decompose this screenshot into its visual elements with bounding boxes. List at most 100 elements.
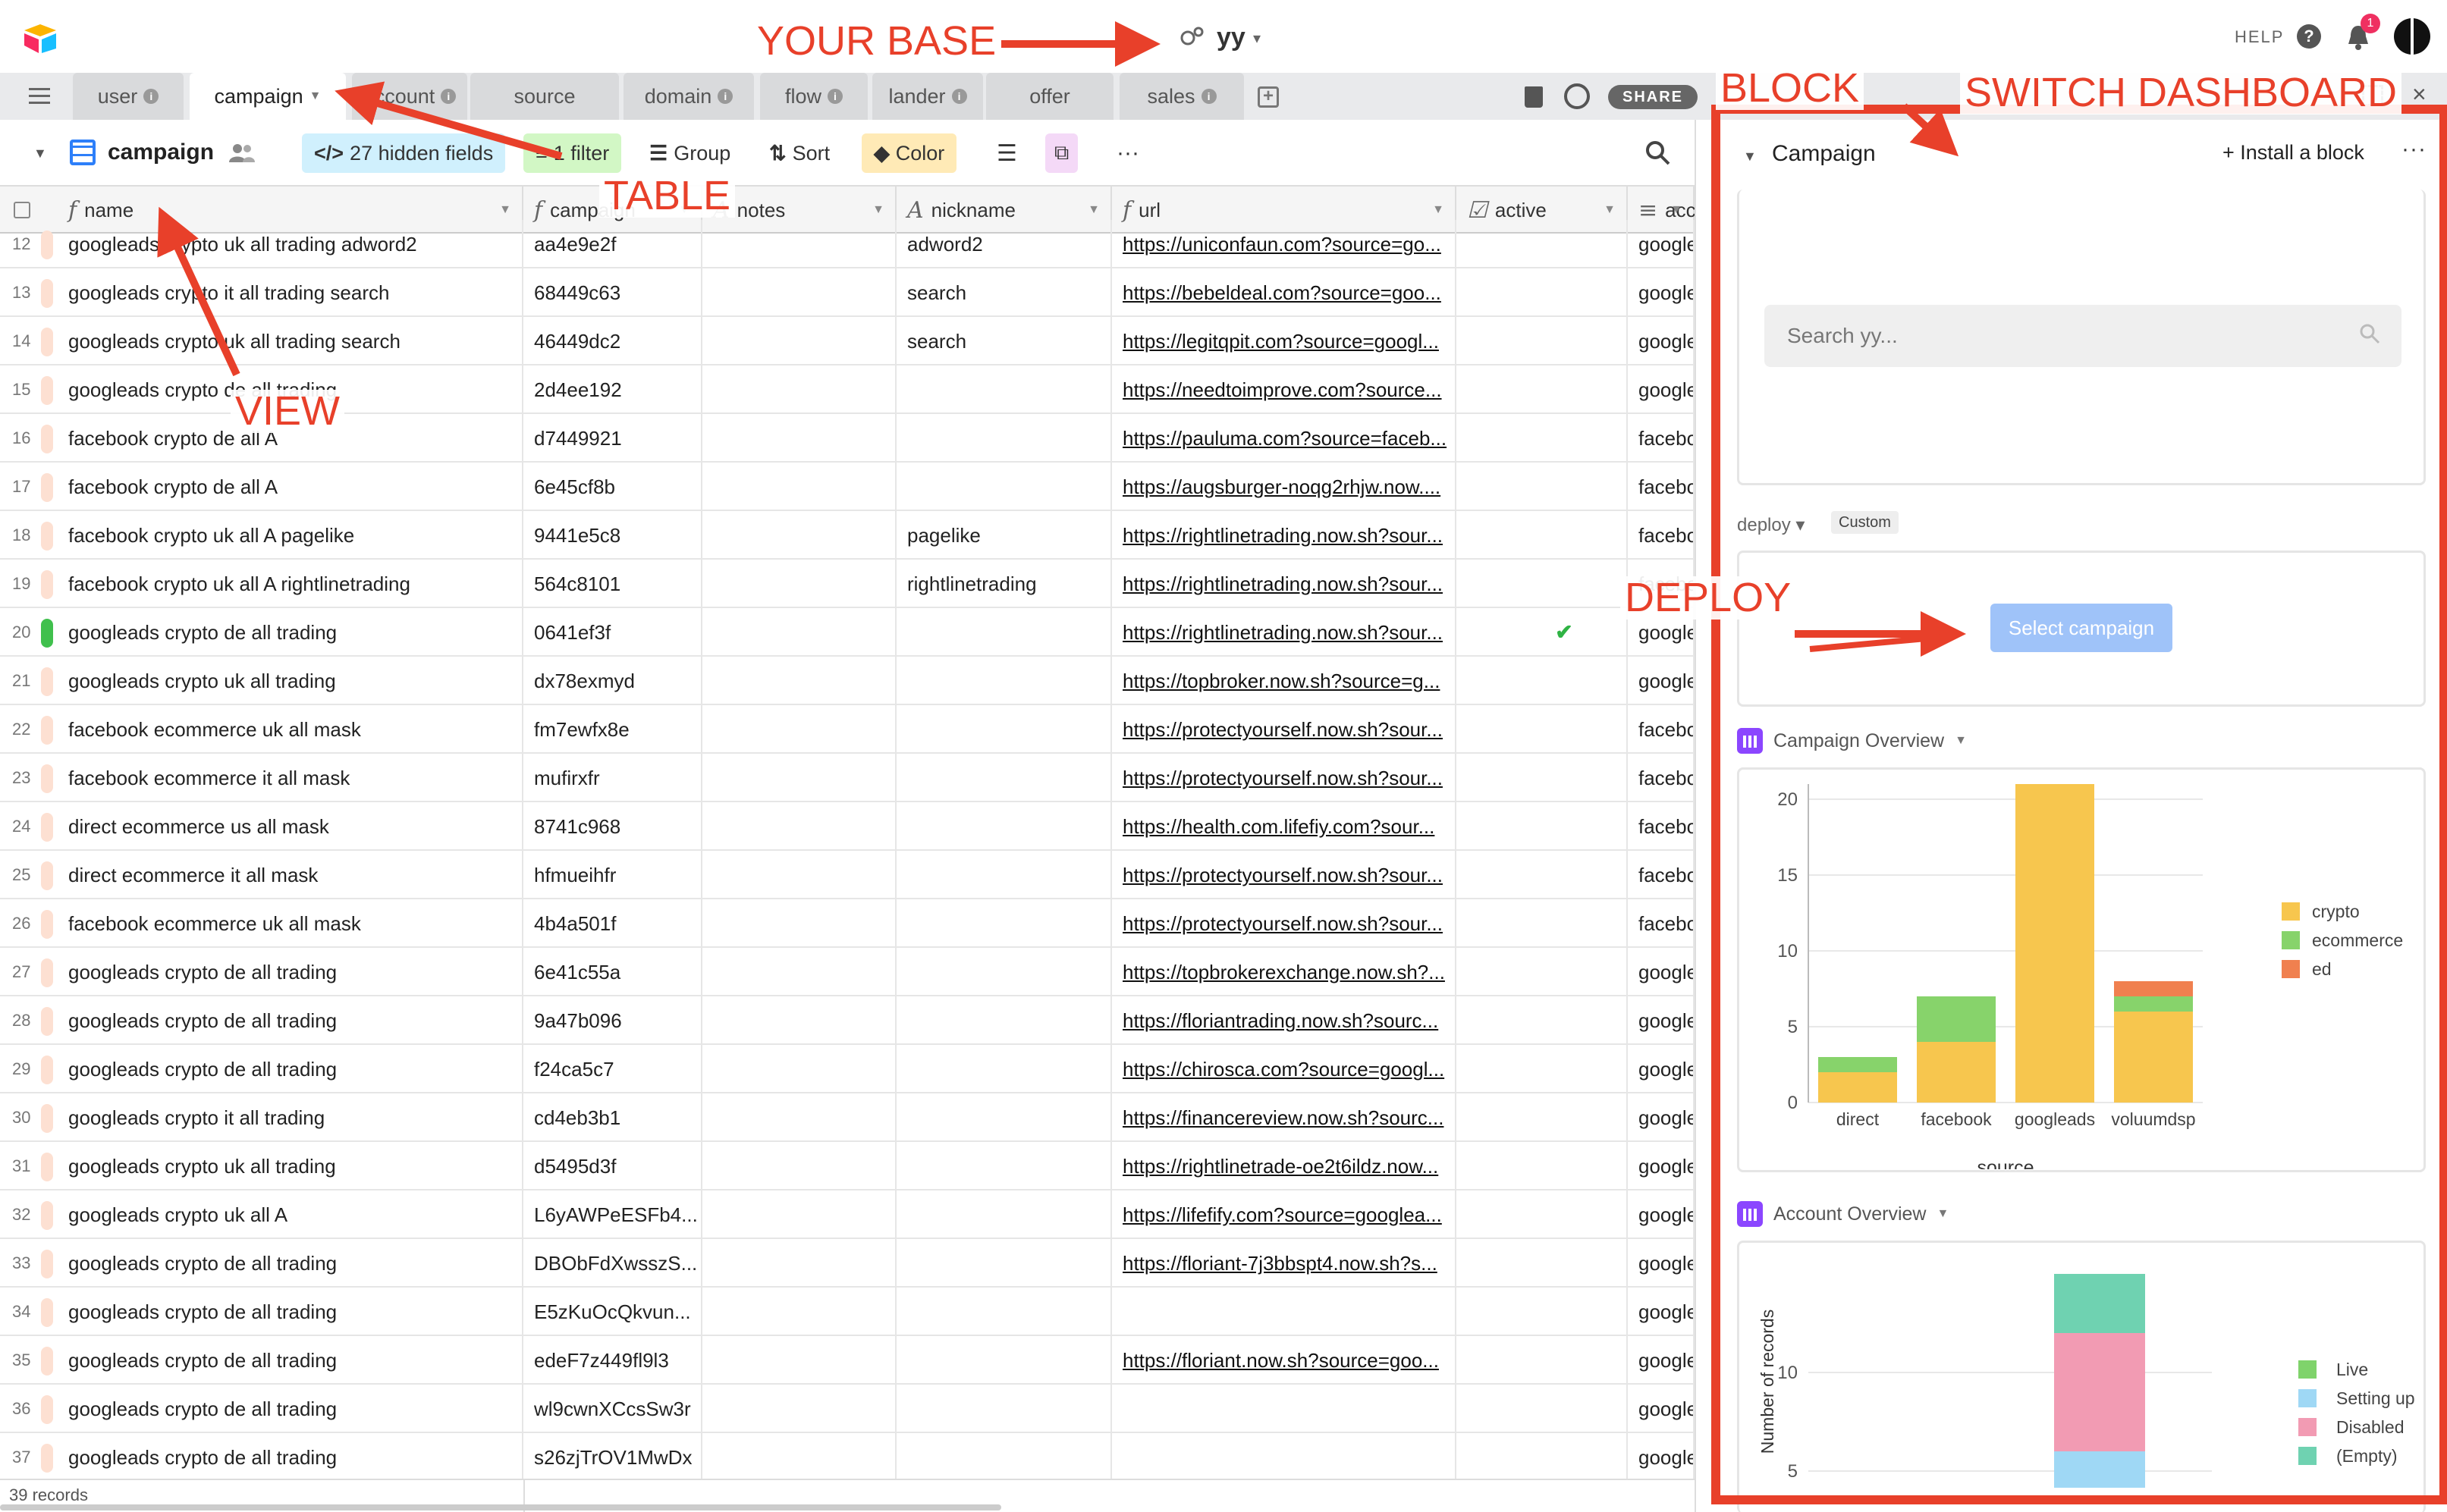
cell-active[interactable]	[1456, 802, 1628, 851]
cell-notes[interactable]	[702, 657, 897, 705]
cell-url[interactable]: https://floriant-7j3bbspt4.now.sh?s...	[1112, 1239, 1456, 1288]
chevron-down-icon[interactable]: ▼	[1743, 149, 1757, 165]
cell-url[interactable]: https://topbroker.now.sh?source=g...	[1112, 657, 1456, 705]
tab-user[interactable]: user i	[73, 73, 184, 120]
cell-nickname[interactable]	[897, 802, 1112, 851]
base-settings-icon[interactable]	[1177, 24, 1205, 52]
cell-name[interactable]: googleads crypto de all trading	[58, 608, 523, 657]
deploy-block-label[interactable]: deploy ▾	[1737, 514, 1805, 536]
cell-notes[interactable]	[702, 1239, 897, 1288]
install-block-button[interactable]: + Install a block	[2222, 141, 2364, 165]
cell-active[interactable]	[1456, 1142, 1628, 1190]
cell-notes[interactable]	[702, 560, 897, 608]
cell-url[interactable]: https://rightlinetrading.now.sh?sour...	[1112, 560, 1456, 608]
cell-notes[interactable]	[702, 1288, 897, 1336]
cell-url[interactable]: https://protectyourself.now.sh?sour...	[1112, 899, 1456, 948]
cell-name[interactable]: googleads crypto uk all trading search	[58, 317, 523, 365]
cell-name[interactable]: googleads crypto uk all A	[58, 1190, 523, 1239]
cell-campaign[interactable]: hfmueihfr	[523, 851, 702, 899]
cell-campaign[interactable]: edeF7z449fl9l3	[523, 1336, 702, 1385]
cell-campaign[interactable]: aa4e9e2f	[523, 220, 702, 268]
cell-notes[interactable]	[702, 1142, 897, 1190]
cell-active[interactable]	[1456, 754, 1628, 802]
cell-notes[interactable]	[702, 705, 897, 754]
cell-name[interactable]: facebook crypto de all A	[58, 463, 523, 511]
filter-button[interactable]: ≡ 1 filter	[523, 133, 622, 173]
cell-notes[interactable]	[702, 608, 897, 657]
cell-active[interactable]	[1456, 996, 1628, 1045]
share-view-icon[interactable]: ⧉	[1045, 133, 1079, 173]
cell-url[interactable]	[1112, 1288, 1456, 1336]
chevron-down-icon[interactable]: ▼	[499, 203, 511, 217]
chevron-down-icon[interactable]: ▼	[1432, 203, 1444, 217]
help-link[interactable]: HELP	[2235, 27, 2284, 47]
cell-nickname[interactable]	[897, 1336, 1112, 1385]
cell-active[interactable]	[1456, 657, 1628, 705]
chevron-down-icon[interactable]: ▼	[1670, 203, 1682, 217]
cell-nickname[interactable]	[897, 996, 1112, 1045]
cell-nickname[interactable]: rightlinetrading	[897, 560, 1112, 608]
cell-nickname[interactable]: pagelike	[897, 511, 1112, 560]
tab-offer[interactable]: offer	[986, 73, 1114, 120]
cell-nickname[interactable]	[897, 899, 1112, 948]
cell-account[interactable]: google	[1628, 1093, 1695, 1142]
tab-lander[interactable]: lander i	[872, 73, 983, 120]
cell-campaign[interactable]: mufirxfr	[523, 754, 702, 802]
cell-name[interactable]: googleads crypto uk all trading	[58, 657, 523, 705]
view-name[interactable]: campaign	[108, 140, 214, 165]
cell-nickname[interactable]	[897, 1239, 1112, 1288]
history-icon[interactable]	[1564, 83, 1590, 109]
add-table-button[interactable]: +	[1258, 86, 1279, 108]
cell-campaign[interactable]: 2d4ee192	[523, 365, 702, 414]
chevron-down-icon[interactable]: ▼	[1088, 203, 1100, 217]
search-icon[interactable]	[1644, 140, 1670, 165]
cell-url[interactable]: https://uniconfaun.com?source=go...	[1112, 220, 1456, 268]
table-row[interactable]: 14 googleads crypto uk all trading search…	[0, 317, 1695, 365]
cell-nickname[interactable]	[897, 414, 1112, 463]
cell-campaign[interactable]: DBObFdXwsszS...	[523, 1239, 702, 1288]
cell-notes[interactable]	[702, 365, 897, 414]
cell-active[interactable]	[1456, 851, 1628, 899]
chevron-down-icon[interactable]: ▼	[309, 89, 322, 103]
cell-active[interactable]	[1456, 899, 1628, 948]
close-icon[interactable]: ×	[2412, 80, 2427, 108]
account-overview-title[interactable]: Account Overview ▼	[1737, 1201, 1949, 1227]
search-icon[interactable]	[2359, 323, 2380, 344]
cell-name[interactable]: facebook ecommerce uk all mask	[58, 705, 523, 754]
cell-name[interactable]: googleads crypto uk all trading adword2	[58, 220, 523, 268]
table-row[interactable]: 17 facebook crypto de all A 6e45cf8b https:…	[0, 463, 1695, 511]
chevron-down-icon[interactable]: ▼	[1604, 203, 1616, 217]
cell-url[interactable]: https://protectyourself.now.sh?sour...	[1112, 754, 1456, 802]
cell-campaign[interactable]: 9441e5c8	[523, 511, 702, 560]
cell-notes[interactable]	[702, 851, 897, 899]
cell-campaign[interactable]: 68449c63	[523, 268, 702, 317]
cell-notes[interactable]	[702, 1385, 897, 1433]
table-row[interactable]: 27 googleads crypto de all trading 6e41c55…	[0, 948, 1695, 996]
cell-url[interactable]: https://topbrokerexchange.now.sh?...	[1112, 948, 1456, 996]
help-icon[interactable]: ?	[2297, 24, 2321, 49]
cell-url[interactable]: https://augsburger-noqg2rhjw.now....	[1112, 463, 1456, 511]
group-button[interactable]: ☰ Group	[637, 133, 743, 173]
avatar[interactable]	[2394, 18, 2430, 55]
table-row[interactable]: 25 direct ecommerce it all mask hfmueihfr h…	[0, 851, 1695, 899]
cell-account[interactable]: facebo	[1628, 463, 1695, 511]
cell-url[interactable]: https://health.com.lifefiy.com?sour...	[1112, 802, 1456, 851]
table-row[interactable]: 24 direct ecommerce us all mask 8741c968 ht…	[0, 802, 1695, 851]
more-icon[interactable]: ···	[2401, 136, 2427, 162]
cell-campaign[interactable]: d5495d3f	[523, 1142, 702, 1190]
cell-notes[interactable]	[702, 899, 897, 948]
cell-name[interactable]: googleads crypto de all trading	[58, 948, 523, 996]
table-row[interactable]: 26 facebook ecommerce uk all mask 4b4a501f…	[0, 899, 1695, 948]
table-row[interactable]: 18 facebook crypto uk all A pagelike 9441e…	[0, 511, 1695, 560]
chevron-down-icon[interactable]: ▼	[872, 203, 884, 217]
cell-campaign[interactable]: 564c8101	[523, 560, 702, 608]
cell-account[interactable]: google	[1628, 1142, 1695, 1190]
horizontal-scrollbar[interactable]	[0, 1504, 1001, 1510]
cell-account[interactable]: facebo	[1628, 754, 1695, 802]
cell-notes[interactable]	[702, 414, 897, 463]
cell-notes[interactable]	[702, 1433, 897, 1482]
cell-active[interactable]	[1456, 511, 1628, 560]
table-row[interactable]: 31 googleads crypto uk all trading d5495d3…	[0, 1142, 1695, 1190]
cell-notes[interactable]	[702, 1093, 897, 1142]
cell-active[interactable]: ✔	[1456, 608, 1628, 657]
